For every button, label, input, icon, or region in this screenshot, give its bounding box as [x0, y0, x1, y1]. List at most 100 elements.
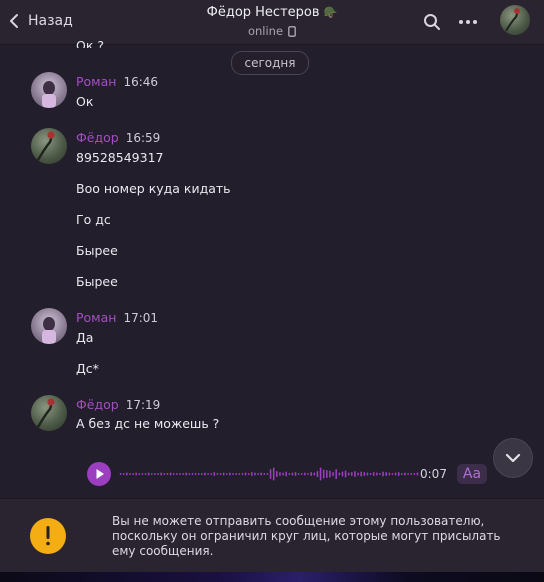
warning-icon [30, 518, 66, 554]
waveform-bar [119, 473, 122, 475]
sender-name[interactable]: Роман [76, 74, 116, 89]
waveform-bar [369, 473, 372, 475]
message-text: 89528549317 [76, 150, 164, 165]
waveform-bar [138, 473, 141, 475]
waveform-bar [376, 472, 378, 476]
message-time: 17:01 [123, 311, 159, 325]
avatar[interactable] [31, 395, 67, 431]
waveform-bar [382, 471, 384, 477]
title-emoji: 🪖 [323, 6, 338, 19]
waveform-bar [294, 472, 297, 476]
scroll-down-button[interactable] [493, 438, 533, 478]
sender-name[interactable]: Фёдор [76, 397, 119, 412]
waveform-bar [326, 470, 328, 478]
avatar[interactable] [31, 308, 67, 344]
waveform-bar [201, 473, 203, 475]
waveform-bar [210, 473, 212, 475]
chat-title: Фёдор Нестеров 🪖 [150, 5, 394, 20]
waveform-bar [341, 471, 344, 477]
contact-avatar[interactable] [500, 5, 530, 35]
waveform-bar [254, 472, 256, 476]
waveform-bar [372, 472, 375, 476]
message-time: 16:59 [125, 131, 161, 145]
waveform-bar [197, 473, 200, 475]
notice-text: Вы не можете отправить сообщение этому п… [112, 514, 501, 558]
waveform-bar [351, 472, 353, 476]
waveform-bar [126, 472, 128, 476]
waveform-bar [141, 473, 144, 475]
waveform-bar [251, 472, 253, 476]
waveform-bar [213, 472, 216, 476]
back-button[interactable]: Назад [8, 9, 73, 33]
waveform-bar [288, 473, 291, 475]
waveform-bar [176, 473, 178, 475]
waveform-bar [216, 473, 219, 475]
waveform-bar [194, 473, 197, 475]
waveform-bar [304, 472, 306, 476]
waveform-bar [269, 469, 272, 479]
waveform-bar [260, 472, 262, 476]
avatar[interactable] [31, 72, 67, 108]
waveform-bar [313, 472, 316, 476]
waveform-bar [241, 473, 244, 475]
waveform-bar [407, 473, 409, 475]
waveform-bar [291, 472, 294, 476]
waveform-bar [219, 473, 222, 475]
waveform-bar [319, 467, 322, 481]
avatar[interactable] [31, 128, 67, 164]
message-sender: Роман 16:46 [76, 74, 158, 89]
waveform-bar [347, 472, 350, 476]
waveform-bar [410, 473, 412, 475]
waveform-bar [207, 473, 209, 475]
waveform-bar [354, 471, 356, 477]
chat-title-block[interactable]: Фёдор Нестеров 🪖 online [150, 5, 394, 38]
waveform-bar [151, 473, 153, 475]
play-icon [96, 469, 104, 479]
message-sender: Фёдор 16:59 [76, 130, 160, 145]
message-text: Бырее [76, 274, 118, 289]
avatar-image [505, 8, 520, 32]
more-button[interactable] [456, 10, 480, 34]
waveform-bar [404, 472, 406, 476]
waveform-bar [172, 473, 175, 475]
waveform-bar [401, 473, 403, 475]
waveform-bar [122, 473, 125, 475]
waveform-bar [147, 472, 150, 476]
waveform-bar [388, 472, 391, 476]
waveform-bar [266, 473, 269, 475]
waveform-bar [316, 471, 319, 477]
waveform-bar [360, 471, 362, 477]
message-sender: Фёдор 17:19 [76, 397, 160, 412]
waveform-bar [229, 472, 231, 476]
waveform-bar [363, 472, 366, 476]
waveform-bar [310, 472, 312, 476]
waveform-bar [329, 470, 331, 478]
waveform-bar [385, 472, 387, 476]
sender-name[interactable]: Фёдор [76, 130, 119, 145]
waveform-bar [322, 469, 325, 479]
voice-duration: 0:07 [420, 467, 447, 481]
message-text: Да [76, 330, 94, 345]
previous-message: Ок ? [76, 38, 104, 48]
waveform-bar [279, 472, 281, 476]
waveform-bar [238, 473, 241, 475]
search-button[interactable] [420, 10, 444, 34]
waveform-bar [257, 473, 259, 475]
waveform-bar [344, 470, 347, 478]
waveform-bar [335, 469, 337, 479]
message-text: А без дс не можешь ? [76, 416, 220, 431]
waveform-bar [282, 472, 284, 476]
waveform-bar [160, 472, 162, 476]
more-horizontal-icon [459, 20, 477, 24]
voice-waveform[interactable] [119, 461, 419, 487]
waveform-bar [263, 473, 266, 475]
waveform-bar [132, 473, 134, 475]
message-text: Ок [76, 94, 94, 109]
sender-name[interactable]: Роман [76, 310, 116, 325]
waveform-bar [379, 473, 381, 475]
play-button[interactable] [87, 462, 111, 486]
waveform-bar [366, 472, 369, 476]
waveform-bar [188, 473, 191, 475]
message-text: Дс* [76, 361, 99, 376]
transcribe-button[interactable]: Аа [457, 464, 487, 484]
